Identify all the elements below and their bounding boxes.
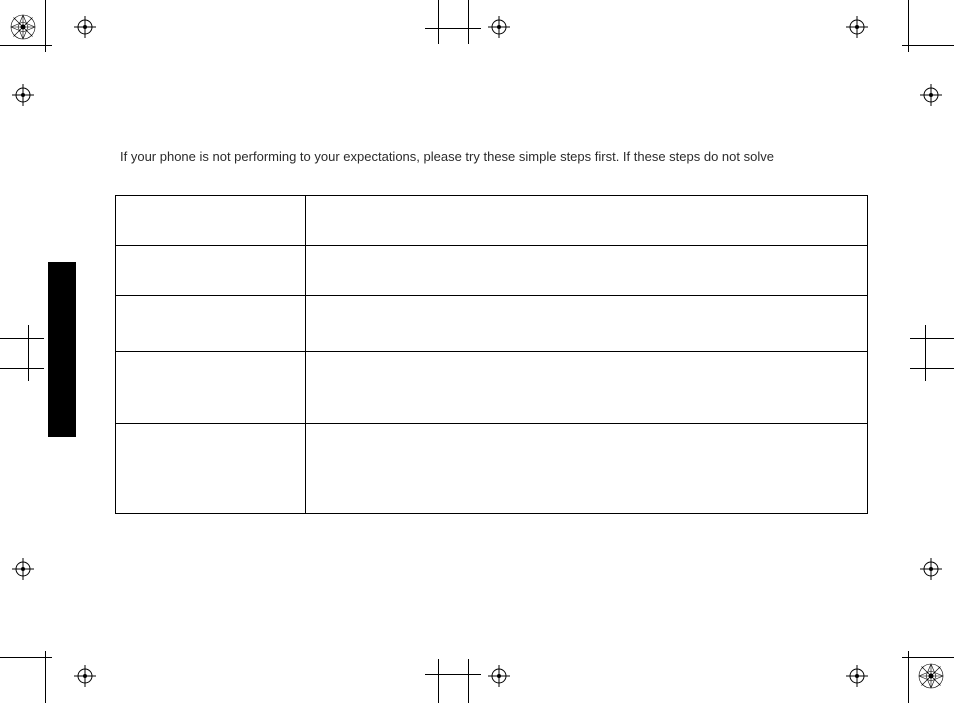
cropmark [902,45,954,46]
cropmark [425,674,481,675]
cropmark [468,0,469,44]
cropmark [908,651,909,703]
table-row [116,352,868,424]
troubleshooting-table [115,195,868,514]
cropmark [910,338,954,339]
cropmark [925,325,926,381]
cropmark [438,0,439,44]
sidebar-tab [48,262,76,437]
registration-mark-icon [74,665,96,687]
intro-text: If your phone is not performing to your … [120,148,840,166]
table-cell-steps [306,352,868,424]
cropmark [468,659,469,703]
table-cell-steps [306,246,868,296]
table-cell-problem [116,246,306,296]
table-row [116,246,868,296]
sunburst-mark-icon [10,14,36,40]
cropmark [0,368,44,369]
cropmark [425,28,481,29]
table-cell-problem [116,296,306,352]
registration-mark-icon [846,16,868,38]
cropmark [0,338,44,339]
cropmark [0,657,52,658]
table-header-row [116,196,868,246]
cropmark [438,659,439,703]
registration-mark-icon [12,84,34,106]
cropmark [45,651,46,703]
table-cell-problem [116,424,306,514]
table-cell-steps [306,296,868,352]
sunburst-mark-icon [918,663,944,689]
table-header-steps [306,196,868,246]
cropmark [902,657,954,658]
cropmark [0,45,52,46]
registration-mark-icon [74,16,96,38]
registration-mark-icon [846,665,868,687]
registration-mark-icon [12,558,34,580]
cropmark [28,325,29,381]
registration-mark-icon [920,558,942,580]
cropmark [910,368,954,369]
table-row [116,424,868,514]
table-cell-steps [306,424,868,514]
table-row [116,296,868,352]
table-cell-problem [116,352,306,424]
registration-mark-icon [488,665,510,687]
registration-mark-icon [920,84,942,106]
table-header-problem [116,196,306,246]
registration-mark-icon [488,16,510,38]
